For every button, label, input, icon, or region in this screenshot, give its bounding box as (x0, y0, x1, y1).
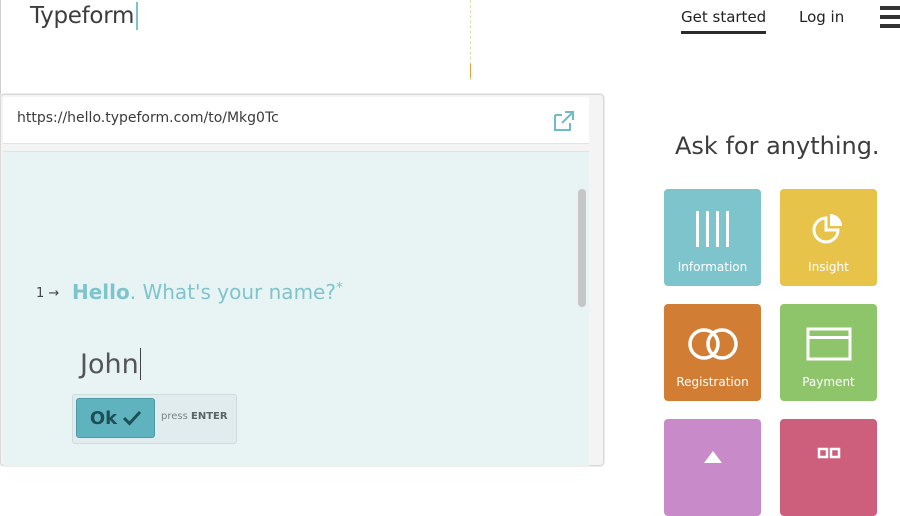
pie-chart-icon (812, 214, 842, 244)
question-bold: Hello (72, 280, 130, 304)
answer-value: John (80, 348, 139, 380)
checkmark-icon (123, 410, 142, 426)
arrow-right-icon: → (44, 286, 60, 301)
bars-icon (695, 211, 729, 247)
url-bar[interactable]: https://hello.typeform.com/to/Mkg0Tc (3, 97, 589, 144)
question-number: 1 → (36, 286, 60, 301)
typeform-logo[interactable]: Typeform (30, 2, 139, 30)
frame-edge (0, 0, 1, 100)
panel-title: Ask for anything. (675, 132, 880, 160)
tile-partial-1[interactable] (664, 419, 761, 516)
tile-label: Registration (676, 375, 749, 389)
ok-label: Ok (89, 407, 118, 429)
tile-payment[interactable]: Payment (780, 304, 877, 401)
ok-container: Ok press ENTER (72, 394, 237, 444)
question-rest: . What's your name? (129, 280, 336, 304)
card-icon (806, 327, 851, 361)
press-enter-hint: press ENTER (161, 411, 228, 422)
get-started-link[interactable]: Get started (681, 8, 767, 34)
triangle-icon (703, 451, 722, 463)
logo-text: Typeform (30, 3, 135, 29)
grid-icon (817, 447, 840, 459)
form-viewport: 1 → Hello. What's your name?* John Ok pr… (3, 151, 589, 466)
text-cursor (139, 348, 141, 380)
tile-label: Payment (802, 375, 855, 389)
dashed-divider (470, 0, 471, 80)
external-link-icon[interactable] (552, 109, 576, 133)
login-link[interactable]: Log in (799, 8, 844, 26)
tile-partial-2[interactable] (780, 419, 877, 516)
tile-label: Insight (808, 260, 849, 274)
tile-label: Information (677, 260, 748, 274)
required-mark: * (335, 280, 343, 296)
tile-insight[interactable]: Insight (780, 189, 877, 286)
ok-button[interactable]: Ok (76, 398, 155, 438)
url-text: https://hello.typeform.com/to/Mkg0Tc (17, 110, 279, 126)
answer-input[interactable]: John (80, 348, 141, 380)
rings-icon (687, 328, 738, 360)
browser-frame: https://hello.typeform.com/to/Mkg0Tc 1 →… (0, 94, 604, 466)
scrollbar[interactable] (578, 189, 586, 307)
question-text: Hello. What's your name?* (72, 280, 343, 304)
logo-cursor (136, 2, 139, 30)
tile-information[interactable]: Information (664, 189, 761, 286)
hamburger-icon[interactable] (880, 6, 900, 30)
tile-registration[interactable]: Registration (664, 304, 761, 401)
